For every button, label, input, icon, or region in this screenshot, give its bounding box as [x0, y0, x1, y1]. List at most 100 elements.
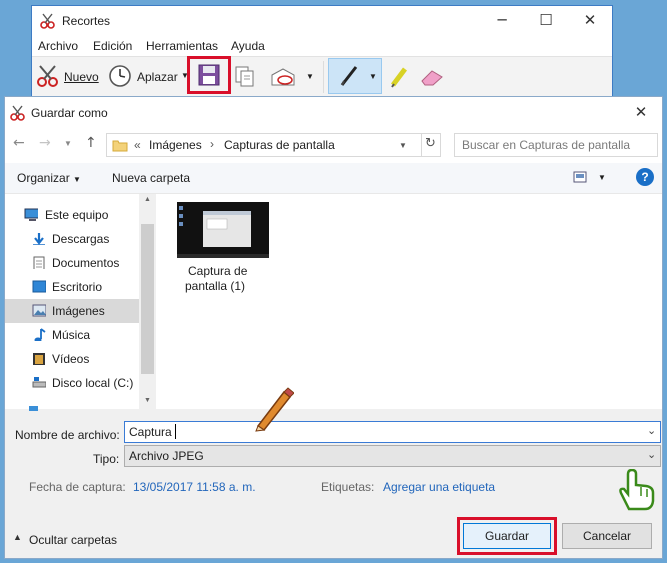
new-snip-button[interactable]: Nuevo [34, 61, 100, 91]
computer-icon [24, 208, 38, 221]
filename-dropdown-icon[interactable]: ⌄ [647, 424, 656, 437]
search-placeholder: Buscar en Capturas de pantalla [462, 138, 631, 152]
toolbar-separator [323, 61, 324, 93]
drive-icon [32, 377, 46, 388]
snipping-tool-window: Recortes ─ ☐ ✕ Archivo Edición Herramien… [31, 5, 613, 97]
nav-disco-local[interactable]: Disco local (C:) [5, 371, 139, 395]
save-as-dialog: Guardar como ✕ ← → ▼ ↑ « Imágenes › Capt… [4, 96, 663, 559]
nav-videos[interactable]: Vídeos [5, 347, 139, 371]
nav-imagenes[interactable]: Imágenes [5, 299, 139, 323]
chevron-up-icon[interactable]: ▲ [13, 532, 22, 542]
scroll-down-icon[interactable]: ▼ [144, 397, 151, 404]
type-dropdown-icon: ⌄ [647, 449, 657, 461]
type-label: Tipo: [93, 452, 120, 466]
dialog-title: Guardar como [31, 106, 108, 120]
filename-label: Nombre de archivo: [15, 428, 120, 442]
scissors-icon [37, 65, 58, 87]
filename-input[interactable]: Captura ⌄ [124, 421, 661, 443]
organize-label: Organizar [17, 171, 70, 185]
breadcrumb-separator-icon: › [210, 137, 214, 151]
highlighter-icon[interactable] [389, 65, 411, 89]
file-list-area: Captura de pantalla (1) [156, 194, 662, 409]
nav-scrollbar-thumb[interactable] [141, 224, 154, 374]
refresh-icon[interactable]: ↻ [425, 136, 436, 151]
pencil-annotation-icon [255, 387, 294, 432]
cancel-button[interactable]: Cancelar [562, 523, 652, 549]
nav-label: Música [52, 328, 91, 342]
nav-label: Disco local (C:) [52, 376, 134, 390]
menu-herramientas[interactable]: Herramientas [146, 39, 218, 53]
pen-tool-button[interactable]: ▼ [328, 58, 382, 94]
back-arrow-icon[interactable]: ← [13, 135, 25, 151]
send-dropdown-icon[interactable]: ▼ [306, 72, 314, 81]
hide-folders-button[interactable]: Ocultar carpetas [29, 533, 117, 547]
view-dropdown-icon[interactable]: ▼ [598, 173, 606, 182]
nav-label: Este equipo [45, 208, 109, 222]
nav-escritorio[interactable]: Escritorio [5, 275, 139, 299]
dialog-close-icon[interactable]: ✕ [619, 98, 663, 126]
recent-dropdown-icon[interactable]: ▼ [64, 139, 72, 148]
eraser-icon[interactable] [419, 67, 445, 87]
new-folder-button[interactable]: Nueva carpeta [112, 171, 190, 185]
nav-label: Documentos [52, 256, 120, 270]
help-icon[interactable]: ? [636, 168, 654, 186]
nav-label: Vídeos [52, 352, 90, 366]
folder-icon [112, 140, 128, 152]
menu-archivo[interactable]: Archivo [38, 39, 78, 53]
screenshot-thumbnail [177, 202, 269, 258]
nav-label: Descargas [52, 232, 110, 246]
organize-button[interactable]: Organizar ▼ [17, 171, 81, 185]
video-icon [33, 353, 45, 365]
command-bar: Organizar ▼ Nueva carpeta ▼ ? [5, 163, 662, 194]
copy-icon[interactable] [235, 66, 255, 88]
save-options-panel: Nombre de archivo: Captura ⌄ Tipo: Archi… [5, 406, 662, 558]
network-icon [29, 406, 38, 411]
search-input[interactable]: Buscar en Capturas de pantalla [454, 133, 658, 157]
pen-icon [340, 66, 358, 86]
chevron-down-icon: ▼ [369, 72, 377, 81]
breadcrumb-imagenes[interactable]: Imágenes [149, 138, 202, 152]
date-value: 13/05/2017 11:58 a. m. [133, 480, 256, 494]
scissors-icon [40, 13, 55, 29]
add-tag-link[interactable]: Agregar una etiqueta [383, 480, 495, 494]
document-icon [33, 256, 45, 269]
file-item[interactable]: Captura de pantalla (1) [171, 202, 271, 293]
view-icon[interactable] [573, 171, 587, 183]
music-icon [34, 328, 46, 341]
nav-musica[interactable]: Música [5, 323, 139, 347]
nav-este-equipo[interactable]: Este equipo [5, 203, 139, 227]
close-icon[interactable]: ✕ [568, 6, 612, 34]
text-cursor [175, 424, 176, 439]
nav-label: Escritorio [52, 280, 103, 294]
breadcrumb-overflow[interactable]: « [134, 138, 141, 152]
hand-cursor-icon [619, 469, 655, 511]
menu-ayuda[interactable]: Ayuda [231, 39, 265, 53]
send-mail-icon[interactable] [270, 67, 296, 87]
snipping-toolbar: Nuevo Aplazar ▼ ▼ ▼ [32, 56, 612, 97]
scroll-up-icon[interactable]: ▲ [144, 196, 151, 203]
save-button[interactable]: Guardar [463, 523, 551, 549]
scissors-icon [10, 105, 25, 121]
delay-label: Aplazar [137, 70, 178, 84]
file-name-line2: pantalla (1) [185, 279, 246, 293]
nav-documentos[interactable]: Documentos [5, 251, 139, 275]
forward-arrow-icon[interactable]: → [39, 135, 51, 151]
breadcrumb-capturas[interactable]: Capturas de pantalla [224, 138, 335, 152]
file-type-select[interactable]: Archivo JPEG ⌄ [124, 445, 661, 467]
maximize-icon[interactable]: ☐ [524, 6, 568, 34]
delay-button[interactable]: Aplazar ▼ [108, 61, 190, 91]
filename-value: Captura [129, 425, 172, 439]
save-snip-button[interactable] [187, 56, 231, 94]
address-divider [421, 134, 422, 156]
pictures-icon [32, 304, 46, 317]
desktop-icon [32, 280, 46, 293]
up-arrow-icon[interactable]: ↑ [85, 135, 97, 151]
menu-edicion[interactable]: Edición [93, 39, 132, 53]
date-label: Fecha de captura: [29, 480, 126, 494]
address-bar[interactable]: « Imágenes › Capturas de pantalla ▼ ↻ [106, 133, 441, 157]
snipping-title: Recortes [62, 14, 111, 28]
file-type-value: Archivo JPEG [129, 449, 204, 463]
minimize-icon[interactable]: ─ [480, 6, 524, 34]
address-dropdown-icon[interactable]: ▼ [399, 141, 407, 150]
nav-descargas[interactable]: Descargas [5, 227, 139, 251]
